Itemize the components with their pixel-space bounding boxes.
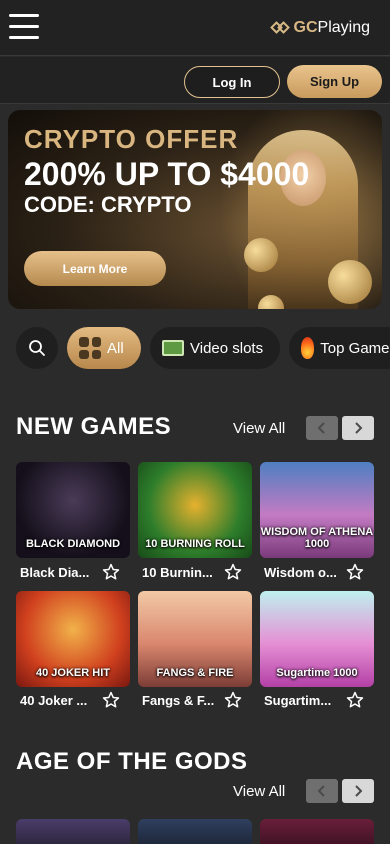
game-tile[interactable]: FANGS & FIRE: [138, 591, 252, 687]
star-icon[interactable]: [224, 691, 242, 709]
promo-code: CODE: CRYPTO: [24, 192, 192, 217]
view-all-link[interactable]: View All: [233, 783, 285, 800]
slot-machine-icon: [162, 340, 184, 356]
coin-icon: [328, 260, 372, 304]
promo-headline: 200% UP TO $4000: [24, 156, 310, 192]
game-tile[interactable]: [16, 819, 130, 844]
filter-chip-all[interactable]: All: [67, 327, 141, 369]
learn-more-button[interactable]: Learn More: [24, 251, 166, 286]
star-icon[interactable]: [346, 691, 364, 709]
view-all-link[interactable]: View All: [233, 420, 285, 437]
game-tile[interactable]: Sugartime 1000: [260, 591, 374, 687]
logo[interactable]: GCPlaying: [269, 15, 370, 41]
search-icon: [29, 340, 45, 356]
login-button[interactable]: Log In: [184, 66, 280, 98]
grid-icon: [79, 337, 101, 359]
star-icon[interactable]: [102, 563, 120, 581]
game-tile[interactable]: 10 BURNING ROLL: [138, 462, 252, 558]
search-button[interactable]: [16, 327, 58, 369]
auth-bar: Log In Sign Up: [0, 57, 390, 104]
chevron-left-icon: [317, 785, 325, 797]
carousel-next-button[interactable]: [342, 416, 374, 440]
filter-chip-top-games[interactable]: Top Games: [289, 327, 390, 369]
game-caption[interactable]: 10 Burnin...: [142, 565, 213, 580]
top-bar: GCPlaying: [0, 0, 390, 56]
game-caption[interactable]: Fangs & F...: [142, 693, 214, 708]
logo-mark-icon: [269, 18, 291, 38]
chevron-right-icon: [355, 422, 363, 434]
coin-icon: [244, 238, 278, 272]
star-icon[interactable]: [102, 691, 120, 709]
logo-text: GCPlaying: [293, 19, 370, 36]
chevron-left-icon: [317, 422, 325, 434]
filter-chip-video-slots[interactable]: Video slots: [150, 327, 280, 369]
star-icon[interactable]: [346, 563, 364, 581]
game-tile[interactable]: WISDOM OF ATHENA 1000: [260, 462, 374, 558]
fire-icon: [301, 337, 315, 359]
section-title-new-games: NEW GAMES: [16, 413, 172, 440]
section-title-age-of-the-gods: AGE OF THE GODS: [16, 748, 248, 775]
game-row-peek: [16, 819, 390, 844]
game-tile[interactable]: BLACK DIAMOND: [16, 462, 130, 558]
game-tile[interactable]: [260, 819, 374, 844]
game-caption[interactable]: Sugartim...: [264, 693, 331, 708]
menu-icon[interactable]: [9, 14, 39, 42]
star-icon[interactable]: [224, 563, 242, 581]
game-tile[interactable]: 40 JOKER HIT: [16, 591, 130, 687]
promo-banner[interactable]: CRYPTO OFFER 200% UP TO $4000 CODE: CRYP…: [8, 110, 382, 309]
carousel-prev-button[interactable]: [306, 416, 338, 440]
chevron-right-icon: [355, 785, 363, 797]
game-caption[interactable]: 40 Joker ...: [20, 693, 87, 708]
game-caption[interactable]: Black Dia...: [20, 565, 89, 580]
category-filters: All Video slots Top Games: [0, 318, 390, 378]
game-caption[interactable]: Wisdom o...: [264, 565, 337, 580]
game-tile[interactable]: [138, 819, 252, 844]
carousel-prev-button[interactable]: [306, 779, 338, 803]
promo-kicker: CRYPTO OFFER: [24, 124, 239, 154]
signup-button[interactable]: Sign Up: [287, 65, 382, 98]
carousel-next-button[interactable]: [342, 779, 374, 803]
